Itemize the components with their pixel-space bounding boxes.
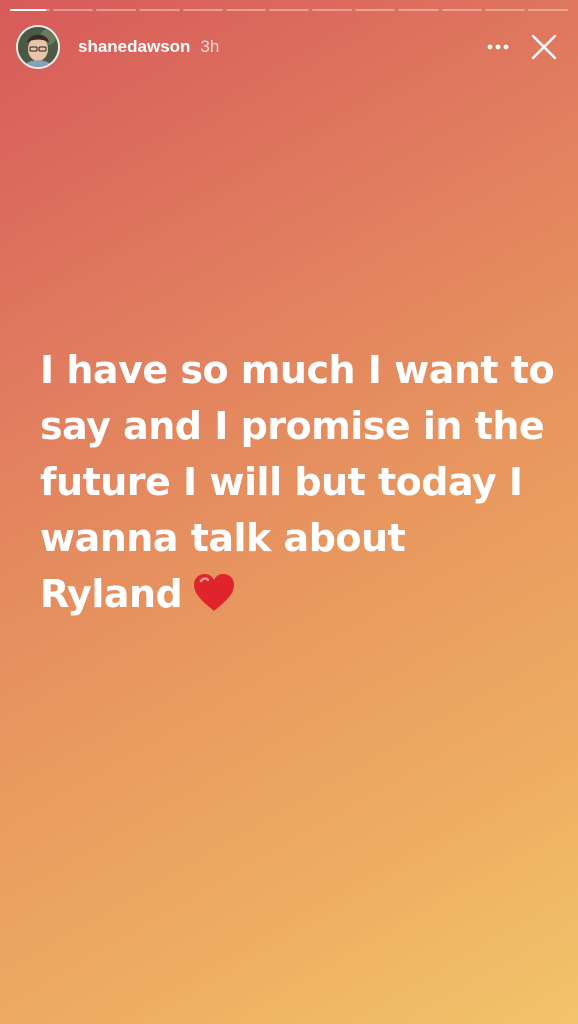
username[interactable]: shanedawson bbox=[78, 37, 190, 57]
story-view[interactable]: shanedawson 3h I have so much I want to … bbox=[0, 0, 578, 1024]
more-options-button[interactable] bbox=[478, 27, 518, 67]
story-text-line: I have so much I want to bbox=[40, 348, 555, 392]
red-heart-icon bbox=[194, 573, 235, 611]
close-icon bbox=[531, 34, 557, 60]
more-options-icon bbox=[487, 44, 509, 50]
story-progress-segment bbox=[139, 9, 180, 11]
profile-photo-avatar bbox=[18, 27, 58, 67]
avatar[interactable] bbox=[16, 25, 60, 69]
story-timestamp: 3h bbox=[200, 37, 220, 56]
story-progress-fill bbox=[10, 9, 47, 11]
story-progress-bars bbox=[10, 9, 569, 11]
story-progress-segment bbox=[225, 9, 266, 11]
story-progress-segment bbox=[182, 9, 223, 11]
story-progress-segment bbox=[527, 9, 569, 11]
story-progress-segment bbox=[96, 9, 137, 11]
story-text-line: wanna talk about bbox=[40, 516, 406, 560]
story-text-last-line: Ryland bbox=[40, 566, 540, 622]
story-text-line: say and I promise in the bbox=[40, 404, 545, 448]
story-progress-segment bbox=[268, 9, 310, 11]
story-progress-segment bbox=[10, 9, 51, 11]
story-progress-segment bbox=[312, 9, 353, 11]
close-button[interactable] bbox=[524, 27, 564, 67]
story-progress-segment bbox=[355, 9, 396, 11]
story-progress-segment bbox=[441, 9, 482, 11]
story-text-line: future I will but today I bbox=[40, 460, 523, 504]
story-progress-segment bbox=[53, 9, 94, 11]
story-header: shanedawson 3h bbox=[16, 24, 564, 70]
story-text-line: Ryland bbox=[40, 572, 183, 616]
story-progress-segment bbox=[484, 9, 525, 11]
story-progress-segment bbox=[398, 9, 439, 11]
story-text: I have so much I want to say and I promi… bbox=[40, 342, 555, 622]
